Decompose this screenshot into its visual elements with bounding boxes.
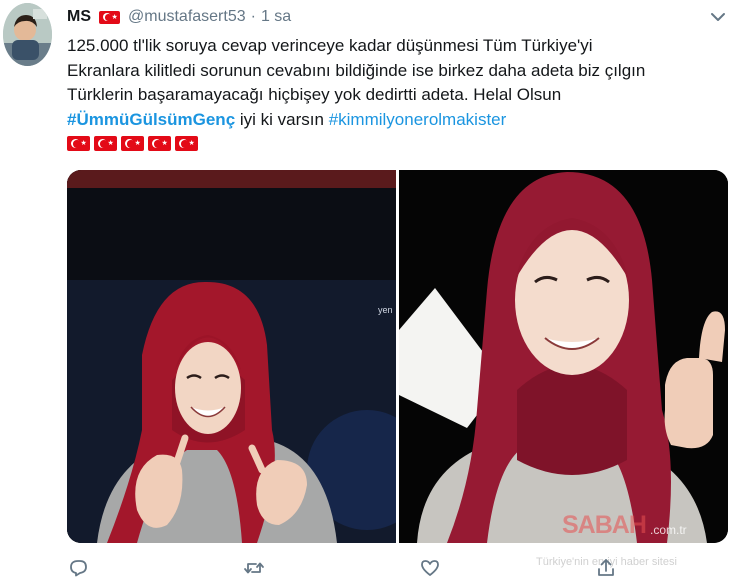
tweet-text-line: Ekranlara kilitledi sorunun cevabını bil… bbox=[67, 60, 646, 80]
hashtag-link[interactable]: #ÜmmüGülsümGenç bbox=[67, 110, 235, 129]
tweet-media[interactable]: yen bbox=[67, 170, 728, 543]
retweet-icon[interactable] bbox=[243, 557, 265, 579]
tweet-text-line: Türklerin başaramayacağı hiçbişey yok de… bbox=[67, 85, 562, 105]
turkish-flag-icon: ★ bbox=[99, 10, 120, 24]
screen-text: yen bbox=[378, 305, 393, 315]
chevron-down-icon[interactable] bbox=[710, 10, 726, 22]
tweet-hashtag-line: #ÜmmüGülsümGenç iyi ki varsın #kimmilyon… bbox=[67, 108, 735, 133]
tweet-body: 125.000 tl'lik soruya cevap verinceye ka… bbox=[67, 34, 735, 132]
turkish-flag-icon: ★ bbox=[148, 136, 171, 151]
share-icon[interactable] bbox=[595, 557, 617, 579]
reply-icon[interactable] bbox=[67, 557, 89, 579]
flag-emoji-row: ★ ★ ★ ★ ★ bbox=[67, 136, 198, 151]
contestant-photo-left[interactable]: yen bbox=[67, 170, 427, 543]
heart-icon[interactable] bbox=[419, 557, 441, 579]
watermark-brand: SABAH bbox=[562, 511, 647, 539]
tweet-header: MS ★ @mustafasert53 · 1 sa bbox=[67, 6, 291, 28]
avatar[interactable] bbox=[3, 3, 52, 66]
turkish-flag-icon: ★ bbox=[175, 136, 198, 151]
author-name[interactable]: MS bbox=[67, 8, 91, 26]
hashtag-link[interactable]: #kimmilyonerolmakister bbox=[329, 110, 507, 129]
tweet-actions bbox=[67, 555, 667, 581]
tweet-timestamp[interactable]: 1 sa bbox=[261, 8, 291, 26]
turkish-flag-icon: ★ bbox=[94, 136, 117, 151]
author-handle[interactable]: @mustafasert53 bbox=[128, 8, 246, 26]
tweet-text-inline: iyi ki varsın bbox=[235, 109, 329, 129]
turkish-flag-icon: ★ bbox=[67, 136, 90, 151]
tweet-text-line: 125.000 tl'lik soruya cevap verinceye ka… bbox=[67, 36, 593, 55]
contestant-photo-right[interactable] bbox=[399, 170, 728, 543]
turkish-flag-icon: ★ bbox=[121, 136, 144, 151]
separator-dot: · bbox=[250, 8, 256, 25]
watermark-domain: .com.tr bbox=[650, 523, 687, 537]
